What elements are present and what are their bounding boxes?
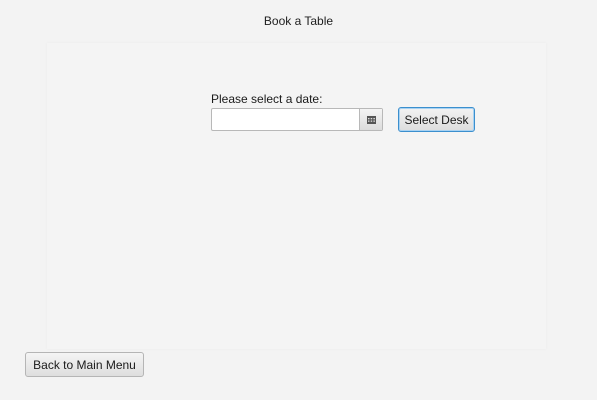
page-title: Book a Table (263, 14, 334, 28)
content-panel (47, 43, 546, 349)
date-input[interactable] (212, 109, 359, 130)
select-desk-button[interactable]: Select Desk (398, 107, 475, 132)
date-label: Please select a date: (211, 92, 323, 106)
calendar-button[interactable] (359, 109, 382, 130)
calendar-icon (366, 115, 376, 124)
back-to-main-menu-button[interactable]: Back to Main Menu (25, 352, 144, 377)
date-picker[interactable] (211, 108, 383, 131)
